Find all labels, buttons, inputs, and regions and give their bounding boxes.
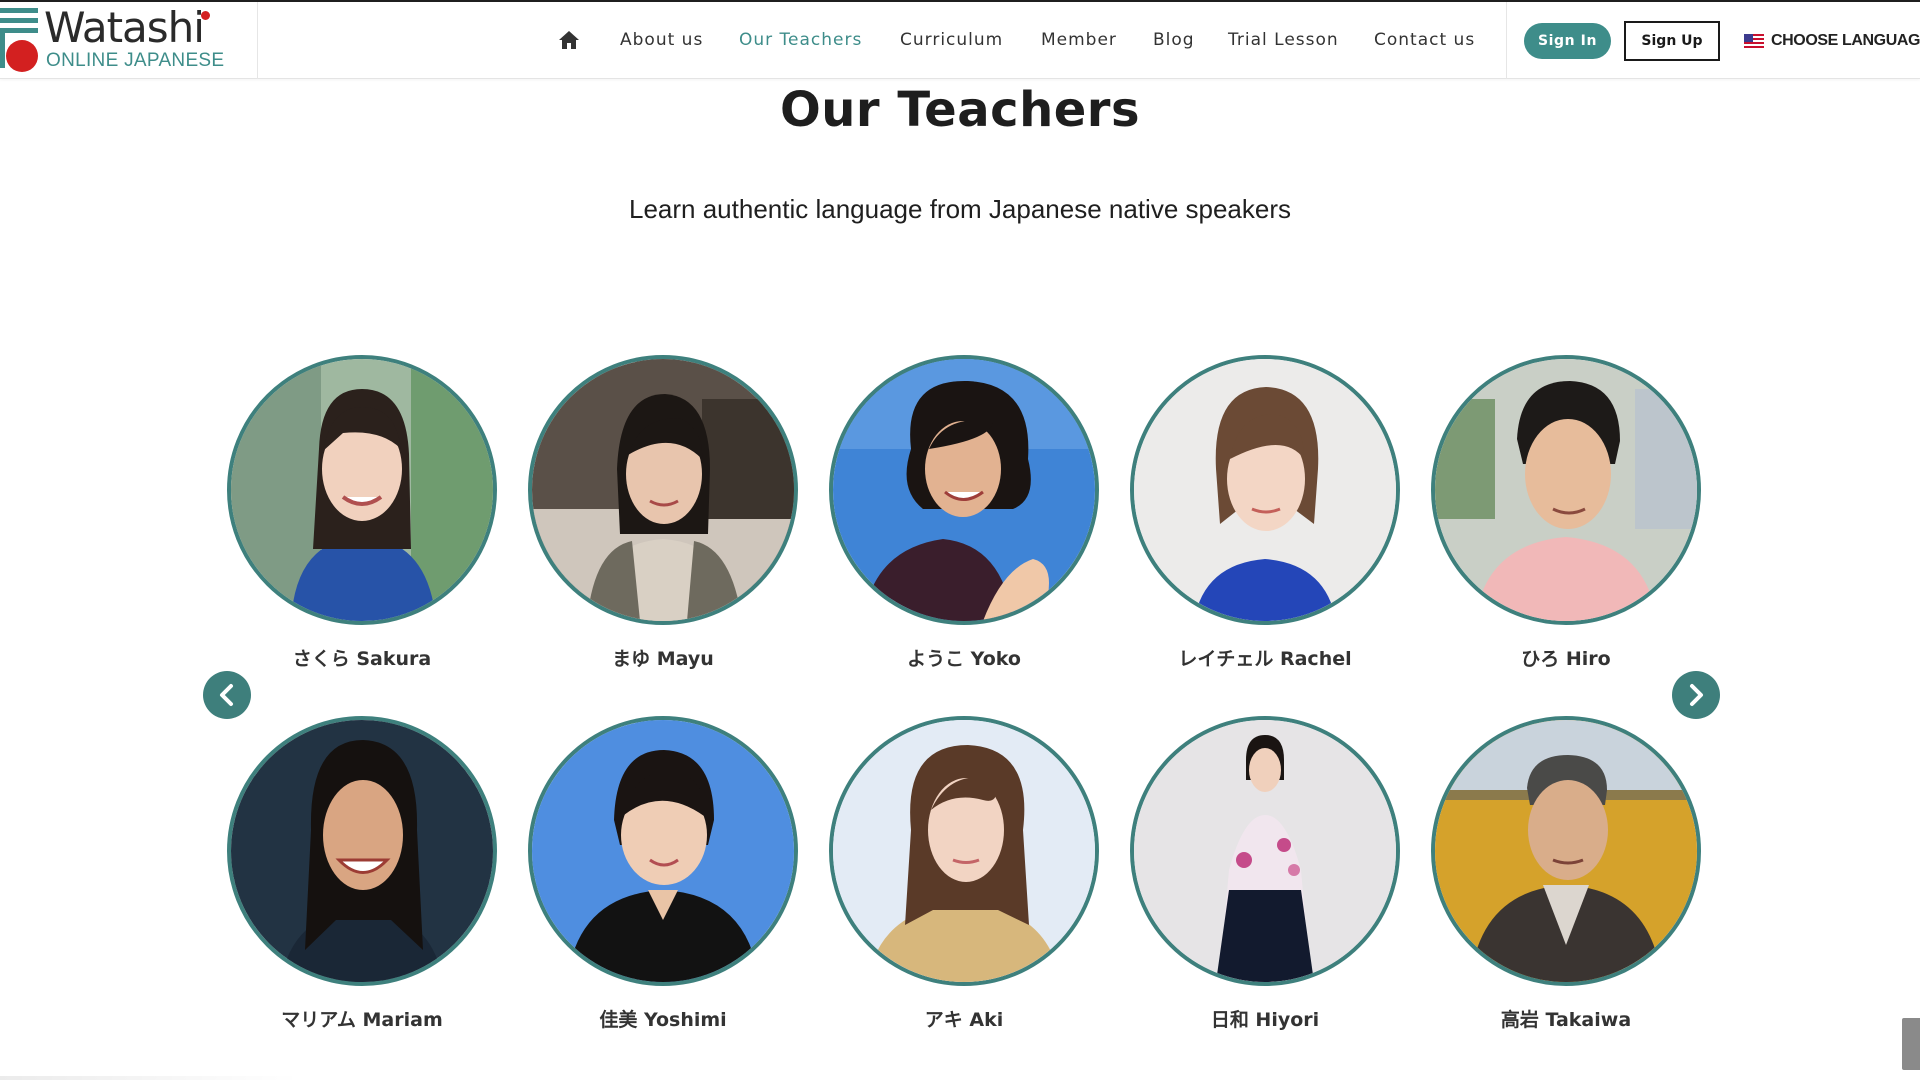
teacher-name: アキ Aki <box>924 1009 1004 1031</box>
sign-up-button[interactable]: Sign Up <box>1624 21 1720 61</box>
nav-curriculum[interactable]: Curriculum <box>900 30 1003 50</box>
language-label: CHOOSE LANGUAGE <box>1771 32 1920 49</box>
teacher-photo <box>1431 716 1701 986</box>
teacher-photo <box>1431 355 1701 625</box>
teacher-card[interactable]: 高岩 Takaiwa <box>1431 716 1701 1046</box>
teacher-photo <box>227 355 497 625</box>
teacher-name: 日和 Hiyori <box>1210 1009 1320 1031</box>
logo-name: Watashi <box>44 3 205 52</box>
teacher-photo <box>829 716 1099 986</box>
teacher-card[interactable]: ようこ Yoko <box>829 355 1099 685</box>
page-subtitle: Learn authentic language from Japanese n… <box>629 194 1291 224</box>
nav-about-us[interactable]: About us <box>620 30 703 50</box>
teacher-name: 佳美 Yoshimi <box>599 1009 727 1031</box>
nav-member[interactable]: Member <box>1041 30 1117 50</box>
sign-in-button[interactable]: Sign In <box>1524 23 1611 59</box>
teacher-photo <box>528 355 798 625</box>
teacher-photo <box>1130 355 1400 625</box>
home-icon[interactable] <box>558 30 580 50</box>
teacher-name: ひろ Hiro <box>1521 648 1611 670</box>
teacher-photo <box>1130 716 1400 986</box>
teacher-card[interactable]: マリアム Mariam <box>227 716 497 1046</box>
nav-contact-us[interactable]: Contact us <box>1374 30 1475 50</box>
nav-trial-lesson[interactable]: Trial Lesson <box>1228 30 1339 50</box>
logo-mark-icon <box>0 8 38 72</box>
teacher-card[interactable]: レイチェル Rachel <box>1130 355 1400 685</box>
teacher-photo <box>829 355 1099 625</box>
teacher-card[interactable]: さくら Sakura <box>227 355 497 685</box>
teacher-name: マリアム Mariam <box>281 1009 443 1031</box>
teacher-card[interactable]: ひろ Hiro <box>1431 355 1701 685</box>
logo-subtitle: ONLINE JAPANESE <box>46 50 225 71</box>
teacher-name: レイチェル Rachel <box>1178 648 1352 670</box>
nav-our-teachers[interactable]: Our Teachers <box>739 30 862 50</box>
page-title: Our Teachers <box>779 82 1141 138</box>
scrollbar-thumb[interactable] <box>1902 1018 1920 1070</box>
teacher-name: 高岩 Takaiwa <box>1500 1009 1632 1031</box>
bottom-edge-shadow <box>0 1076 300 1080</box>
site-header: Watashi ONLINE JAPANESE About us Our Tea… <box>0 0 1920 79</box>
teacher-card[interactable]: アキ Aki <box>829 716 1099 1046</box>
teacher-card[interactable]: まゆ Mayu <box>528 355 798 685</box>
teacher-card[interactable]: 日和 Hiyori <box>1130 716 1400 1046</box>
teacher-photo <box>528 716 798 986</box>
nav-blog[interactable]: Blog <box>1153 30 1195 50</box>
teacher-card[interactable]: 佳美 Yoshimi <box>528 716 798 1046</box>
teacher-name: まゆ Mayu <box>612 648 714 670</box>
teacher-photo <box>227 716 497 986</box>
teacher-name: さくら Sakura <box>292 648 432 670</box>
us-flag-icon <box>1744 34 1764 48</box>
header-divider <box>1506 2 1507 79</box>
logo-dot <box>201 11 210 20</box>
teacher-name: ようこ Yoko <box>907 648 1021 670</box>
logo[interactable]: Watashi ONLINE JAPANESE <box>0 2 258 79</box>
